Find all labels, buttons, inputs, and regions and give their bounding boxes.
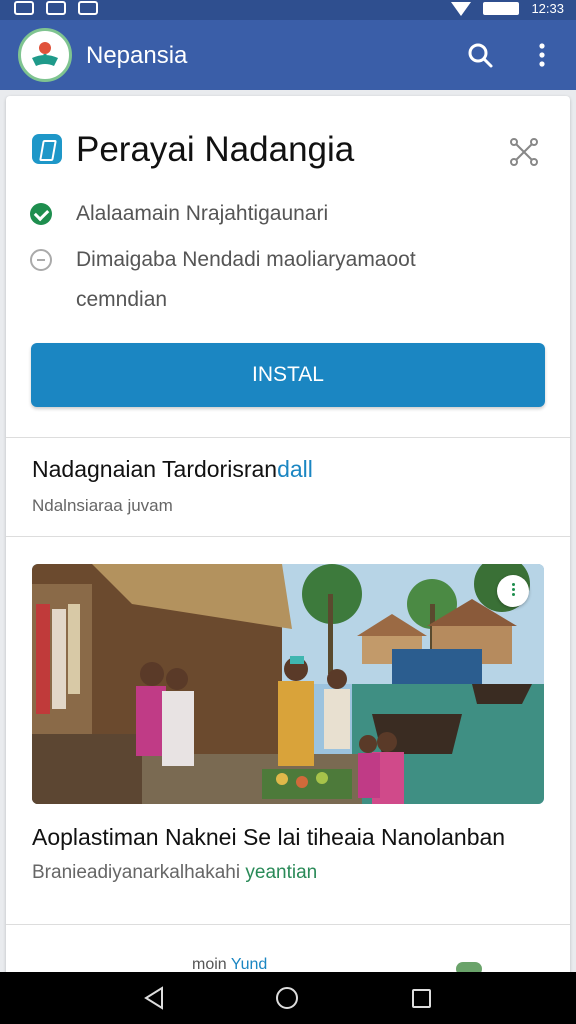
empty-circle-icon (30, 249, 52, 271)
section-subtitle: Ndalnsiaraa juvam (32, 496, 173, 515)
feature-text: Dimaigaba Nendadi maoliaryamaoot cemndia… (76, 248, 416, 311)
article-title[interactable]: Aoplastiman Naknei Se lai tiheaia Nanola… (32, 824, 505, 851)
notification-icon (46, 1, 66, 15)
divider (6, 924, 570, 925)
install-button[interactable]: INSTAL (31, 343, 545, 407)
share-icon (510, 138, 538, 166)
image-menu-button[interactable] (497, 575, 529, 607)
battery-icon (483, 2, 520, 15)
app-bar: Nepansia (0, 20, 576, 90)
search-button[interactable] (462, 37, 498, 73)
wifi-icon (451, 1, 472, 16)
section-title-main: Nadagnaian Tardorisran (32, 456, 278, 482)
app-detail-card: Perayai Nadangia Alalaamain Nrajahtigaun… (6, 96, 570, 976)
village-photo-illustration (32, 564, 544, 804)
divider (6, 536, 570, 537)
notification-icon (14, 1, 34, 15)
back-button[interactable] (142, 986, 166, 1010)
recent-apps-button[interactable] (412, 989, 431, 1008)
article-image[interactable] (32, 564, 544, 804)
logo-icon (32, 42, 58, 66)
back-icon (144, 986, 163, 1010)
notification-icon (78, 1, 98, 15)
status-bar: 12:33 (0, 0, 576, 20)
card-title: Perayai Nadangia (76, 130, 355, 169)
peek-text-main: moin (192, 956, 227, 973)
search-icon (468, 43, 493, 68)
section-title[interactable]: Nadagnaian Tardorisrandall (32, 456, 313, 483)
article-subtitle: Branieadiyanarkalhakahi yeantian (32, 862, 317, 884)
system-nav-bar (0, 972, 576, 1024)
peek-text-highlight: Yund (230, 956, 268, 973)
more-options-button[interactable] (524, 37, 560, 73)
more-vert-icon (539, 43, 545, 67)
divider (6, 437, 570, 438)
check-circle-icon (30, 203, 52, 225)
article-subtitle-main: Branieadiyanarkalhakahi (32, 862, 241, 883)
app-logo (18, 28, 72, 82)
app-icon (32, 134, 62, 164)
feature-text: Alalaamain Nrajahtigaunari (76, 202, 329, 225)
home-button[interactable] (276, 987, 298, 1009)
section-title-highlight: dall (277, 456, 313, 482)
share-button[interactable] (508, 136, 540, 168)
status-time: 12:33 (531, 1, 564, 16)
app-title: Nepansia (86, 42, 188, 69)
article-subtitle-highlight: yeantian (245, 862, 318, 883)
